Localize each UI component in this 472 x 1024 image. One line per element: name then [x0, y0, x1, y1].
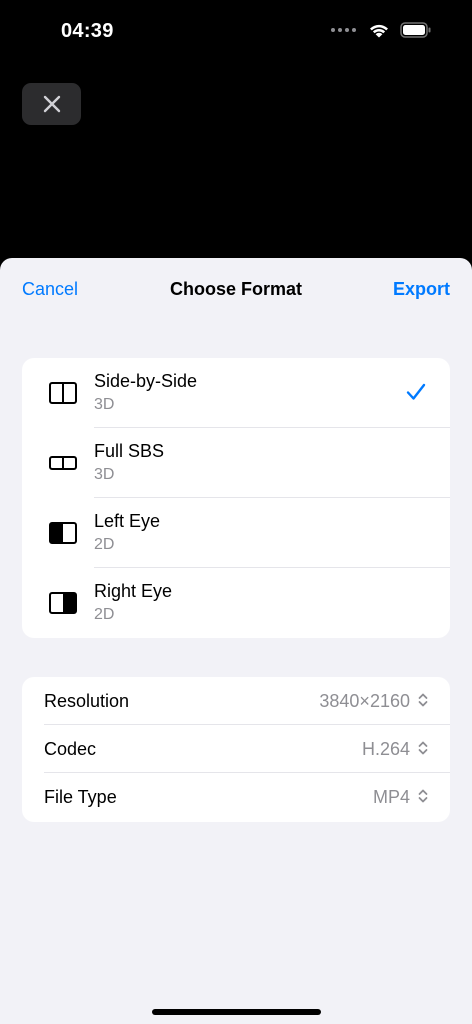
wifi-icon — [370, 24, 388, 38]
status-bar: 04:39 — [0, 0, 472, 64]
setting-codec[interactable]: Codec H.264 — [22, 725, 450, 773]
status-icons — [331, 22, 432, 38]
format-subtitle: 3D — [94, 396, 115, 413]
setting-value: 3840×2160 — [319, 691, 410, 711]
checkmark-icon — [406, 383, 426, 400]
signal-dots-icon — [331, 28, 356, 32]
chevron-up-down-icon — [418, 741, 428, 755]
chevron-up-down-icon — [418, 789, 428, 803]
setting-label: Resolution — [44, 691, 130, 711]
format-subtitle: 2D — [94, 606, 115, 623]
format-title: Full SBS — [94, 441, 165, 461]
export-button[interactable]: Export — [393, 279, 450, 300]
setting-label: File Type — [44, 787, 117, 807]
setting-file-type[interactable]: File Type MP4 — [22, 773, 450, 821]
close-button[interactable] — [22, 83, 81, 125]
setting-resolution[interactable]: Resolution 3840×2160 — [22, 677, 450, 725]
export-settings: Resolution 3840×2160 Codec H.264 File Ty… — [22, 677, 450, 822]
close-icon — [43, 95, 60, 113]
format-option-left-eye[interactable]: Left Eye 2D — [22, 498, 450, 568]
format-sheet: Cancel Choose Format Export Side-by-Side… — [0, 258, 472, 1024]
full-sbs-icon — [49, 456, 77, 470]
setting-label: Codec — [44, 739, 97, 759]
setting-value: H.264 — [361, 739, 410, 759]
format-title: Side-by-Side — [94, 371, 198, 391]
side-by-side-icon — [49, 382, 77, 404]
chevron-up-down-icon — [418, 693, 428, 707]
format-title: Left Eye — [94, 511, 161, 531]
format-subtitle: 3D — [94, 466, 115, 483]
format-subtitle: 2D — [94, 536, 115, 553]
format-list: Side-by-Side 3D Full SBS 3D Left Eye 2D — [22, 358, 450, 638]
status-time: 04:39 — [61, 20, 114, 42]
format-option-full-sbs[interactable]: Full SBS 3D — [22, 428, 450, 498]
format-title: Right Eye — [94, 581, 173, 601]
format-option-side-by-side[interactable]: Side-by-Side 3D — [22, 358, 450, 428]
home-indicator[interactable] — [152, 1009, 321, 1015]
setting-value: MP4 — [372, 787, 410, 807]
battery-icon — [400, 22, 431, 38]
right-eye-icon — [49, 592, 77, 614]
format-option-right-eye[interactable]: Right Eye 2D — [22, 568, 450, 638]
left-eye-icon — [49, 522, 77, 544]
